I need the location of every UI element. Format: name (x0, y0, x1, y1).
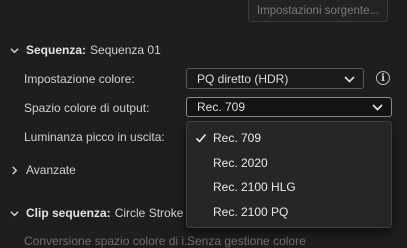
chevron-down-icon (344, 75, 355, 83)
color-conversion-value: Senza gestione colore (187, 234, 306, 248)
sequence-section-name: Sequenza 01 (90, 43, 161, 57)
dropdown-option-rec2100-pq[interactable]: Rec. 2100 PQ (187, 200, 391, 225)
dropdown-option-rec709[interactable]: Rec. 709 (187, 126, 391, 151)
output-space-label: Spazio colore di output: (24, 101, 150, 115)
dropdown-option-rec2020[interactable]: Rec. 2020 (187, 151, 391, 176)
dropdown-option-rec2100-hlg[interactable]: Rec. 2100 HLG (187, 175, 391, 200)
output-space-dropdown: Rec. 709 Rec. 2020 Rec. 2100 HLG Rec. 21… (186, 121, 392, 228)
advanced-label: Avanzate (26, 163, 76, 177)
source-settings-label: Impostazioni sorgente... (256, 5, 380, 17)
dropdown-option-label: Rec. 709 (213, 131, 262, 146)
source-settings-button[interactable]: Impostazioni sorgente... (248, 0, 388, 22)
chevron-right-icon (12, 165, 18, 175)
output-space-select[interactable]: Rec. 709 (186, 97, 392, 117)
dropdown-option-label: Rec. 2020 (213, 155, 268, 170)
sequence-section-toggle[interactable]: Sequenza: Sequenza 01 (10, 43, 161, 57)
peak-luminance-label: Luminanza picco in uscita: (24, 130, 165, 144)
chevron-down-icon (10, 210, 19, 216)
color-setting-select[interactable]: PQ diretto (HDR) (186, 68, 364, 89)
chevron-down-icon (372, 104, 383, 111)
dropdown-option-label: Rec. 2100 PQ (213, 204, 289, 219)
info-icon[interactable]: i (376, 71, 390, 85)
advanced-section-toggle[interactable]: Avanzate (10, 163, 76, 177)
sequence-section-prefix: Sequenza: (26, 43, 87, 57)
color-setting-value: PQ diretto (HDR) (197, 71, 289, 86)
dropdown-option-label: Rec. 2100 HLG (213, 180, 296, 195)
color-conversion-label: Conversione spazio colore di i... (24, 234, 195, 248)
chevron-down-icon (10, 47, 19, 53)
color-setting-label: Impostazione colore: (24, 72, 135, 86)
check-icon (195, 133, 207, 143)
clip-section-prefix: Clip sequenza: (26, 206, 111, 220)
output-space-value: Rec. 709 (197, 100, 246, 114)
